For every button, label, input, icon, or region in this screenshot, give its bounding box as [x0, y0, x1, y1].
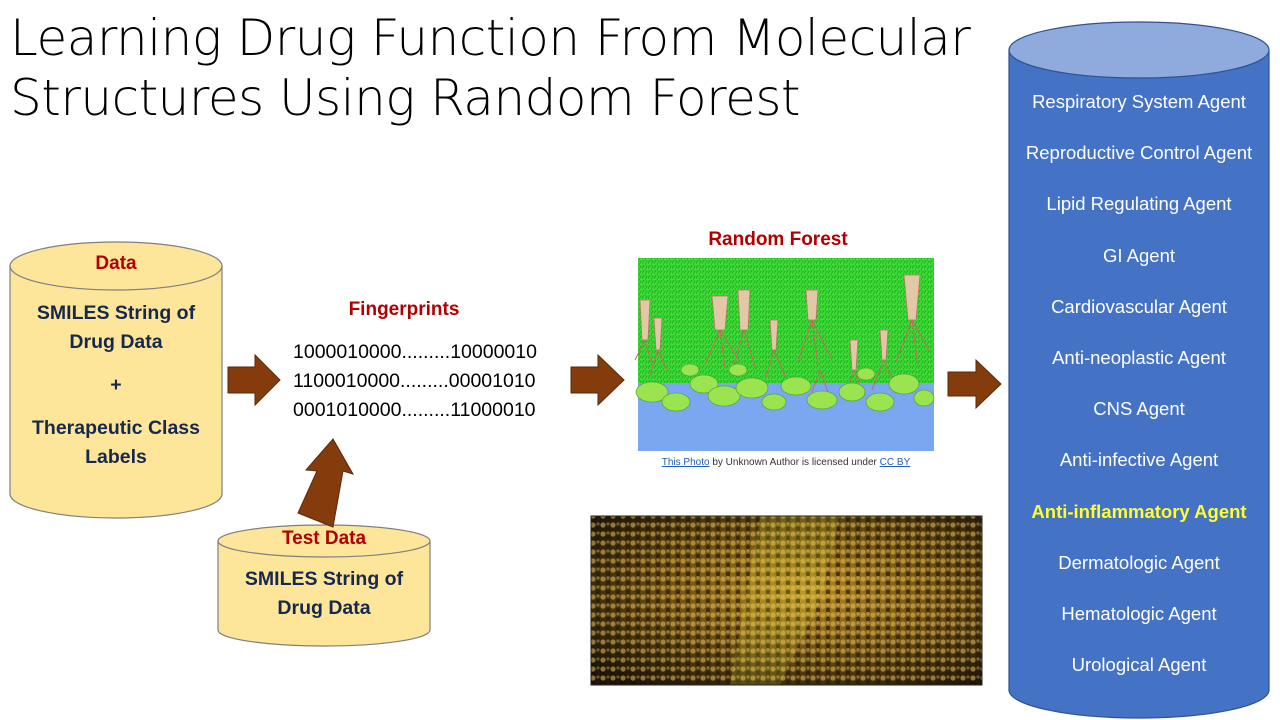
data-line-1: SMILES String of [36, 302, 196, 324]
data-plus: + [110, 374, 122, 396]
data-line-4: Labels [85, 446, 147, 468]
test-line-1: SMILES String of [244, 568, 404, 590]
test-line-2: Drug Data [277, 597, 371, 619]
test-cylinder-text: SMILES String of Drug Data [218, 565, 430, 623]
random-forest-heading: Random Forest [708, 229, 848, 250]
photo-caption: This Photo by Unknown Author is licensed… [638, 457, 934, 468]
arrow-forest-to-classes [947, 358, 1002, 410]
data-line-2: Drug Data [69, 331, 163, 353]
fingerprint-row: 0001010000.........11000010 [293, 399, 536, 421]
class-item: Cardiovascular Agent [1051, 295, 1227, 317]
therapeutic-class-list: Respiratory System Agent Reproductive Con… [1010, 78, 1268, 692]
crowd-photo [590, 515, 983, 686]
caption-text: by Unknown Author is licensed under [709, 457, 880, 468]
photo-link[interactable]: This Photo [662, 457, 710, 468]
license-link[interactable]: CC BY [880, 457, 911, 468]
fingerprint-row: 1000010000.........10000010 [293, 341, 537, 363]
class-item: GI Agent [1103, 244, 1175, 266]
class-item: Reproductive Control Agent [1025, 142, 1253, 164]
data-heading: Data [95, 253, 137, 274]
class-item: Lipid Regulating Agent [1046, 193, 1232, 215]
class-item: Dermatologic Agent [1058, 551, 1220, 573]
fingerprints-heading: Fingerprints [348, 299, 460, 320]
class-item: Respiratory System Agent [1032, 91, 1246, 112]
fingerprint-rows: 1000010000.........10000010 1100010000..… [293, 338, 537, 425]
class-item: CNS Agent [1093, 398, 1185, 420]
class-item: Urological Agent [1071, 654, 1207, 676]
data-cylinder-text: SMILES String of Drug Data + Therapeutic… [10, 299, 222, 472]
data-line-3: Therapeutic Class [32, 417, 200, 439]
random-forest-image [634, 258, 935, 451]
test-data-heading: Test Data [281, 528, 367, 549]
fingerprint-row: 1100010000.........00001010 [293, 370, 536, 392]
class-item: Anti-inflammatory Agent [1031, 500, 1247, 522]
arrow-fingerprints-to-forest [570, 353, 625, 407]
class-item: Anti-infective Agent [1059, 449, 1219, 471]
class-item: Hematologic Agent [1061, 602, 1217, 624]
arrow-data-to-fingerprints [227, 353, 281, 407]
class-item: Anti-neoplastic Agent [1052, 346, 1226, 368]
arrow-test-to-fingerprints [297, 438, 355, 528]
